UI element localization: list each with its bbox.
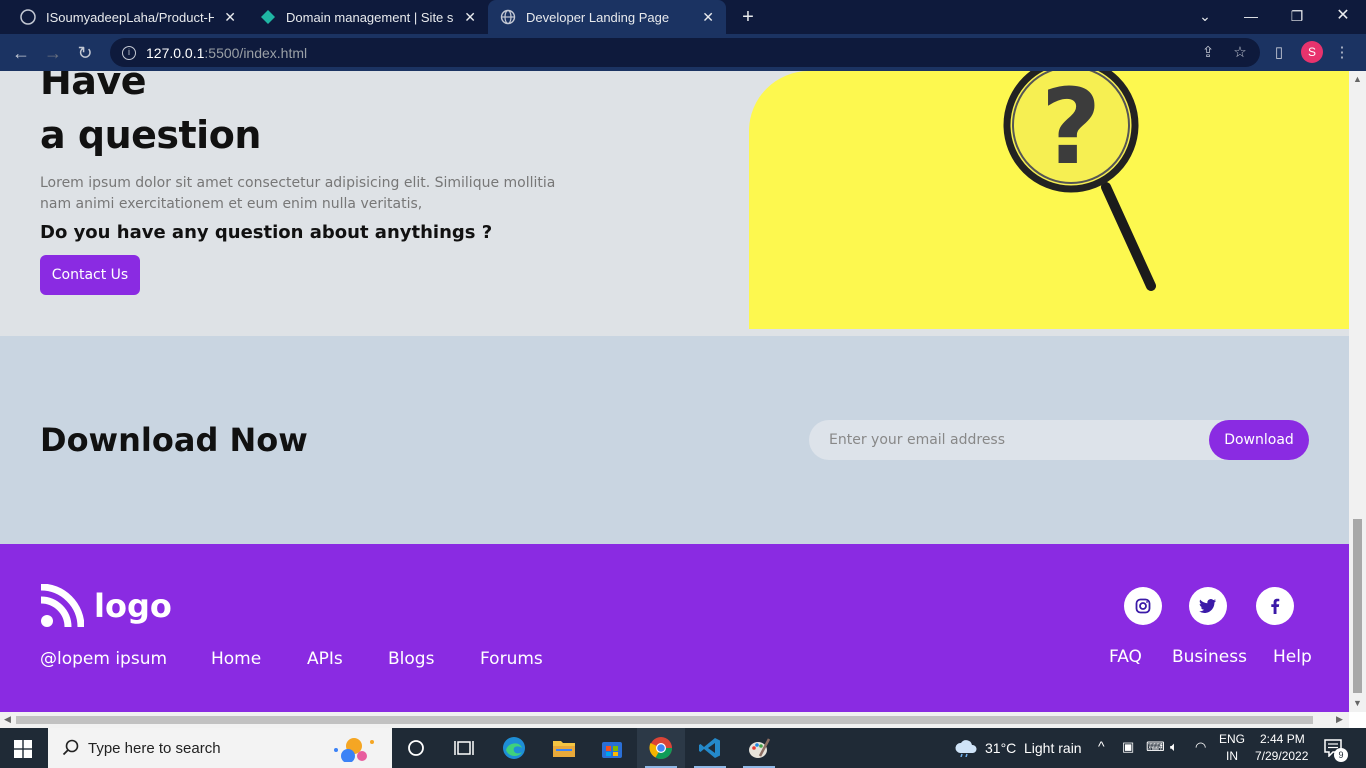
vertical-scrollbar[interactable]: ▲ ▼ [1349, 71, 1366, 712]
footer-handle: @lopem ipsum [40, 649, 168, 669]
clock-date[interactable]: 7/29/2022 [1255, 749, 1308, 763]
task-view-icon[interactable] [440, 728, 488, 768]
close-icon[interactable]: ✕ [224, 9, 236, 26]
windows-taskbar: Type here to search 31°C Light rain ^ ▣ … [0, 728, 1366, 768]
globe-icon [500, 9, 516, 25]
footer-logo[interactable]: logo [40, 584, 172, 628]
footer-link-blogs[interactable]: Blogs [388, 649, 434, 669]
share-icon[interactable]: ⇪ [1198, 43, 1218, 63]
windows-start-icon[interactable] [14, 740, 32, 761]
browser-tab-bar: ISoumyadeepLaha/Product-Hom ✕ Domain man… [0, 0, 1366, 34]
reload-button[interactable]: ↻ [72, 40, 98, 66]
info-icon[interactable]: i [122, 45, 136, 60]
email-input[interactable] [809, 420, 1209, 460]
magnifier-question-image: ? [749, 71, 1349, 329]
download-form: Download [809, 420, 1309, 460]
back-button[interactable]: ← [8, 40, 34, 66]
question-subheading: Do you have any question about anythings… [40, 222, 493, 243]
microsoft-store-icon[interactable] [588, 728, 636, 768]
minimize-button[interactable]: — [1228, 0, 1274, 34]
wifi-icon[interactable]: ◠ [1195, 739, 1206, 755]
magnifier-icon: ? [1003, 71, 1156, 291]
input-indicator-icon[interactable]: ⌨ [1146, 739, 1165, 755]
question-section: Have a question Lorem ipsum dolor sit am… [0, 71, 1349, 336]
instagram-icon[interactable] [1124, 587, 1162, 625]
taskbar-search-box[interactable]: Type here to search [48, 728, 392, 768]
twitter-icon[interactable] [1189, 587, 1227, 625]
notification-badge: 9 [1334, 748, 1348, 762]
close-icon[interactable]: ✕ [702, 9, 714, 26]
footer-link-forums[interactable]: Forums [480, 649, 543, 669]
footer-link-home[interactable]: Home [211, 649, 261, 669]
logo-text: logo [94, 587, 172, 625]
tab-netlify[interactable]: Domain management | Site settir ✕ [248, 0, 488, 34]
download-title-bold: Download [40, 421, 219, 459]
profile-avatar[interactable]: S [1301, 41, 1323, 63]
question-description: Lorem ipsum dolor sit amet consectetur a… [40, 175, 556, 212]
edge-browser-icon[interactable] [490, 728, 538, 768]
question-title-line2: a question [40, 113, 261, 157]
scroll-right-arrow-icon[interactable]: ▶ [1336, 714, 1343, 725]
forward-button[interactable]: → [40, 40, 66, 66]
download-button[interactable]: Download [1209, 420, 1309, 460]
tab-search-icon[interactable]: ⌄ [1182, 0, 1228, 34]
download-section: Download Now Download [0, 336, 1349, 544]
cortana-icon[interactable] [392, 728, 440, 768]
url-path: :5500/index.html [204, 44, 308, 61]
page-viewport: Have a question Lorem ipsum dolor sit am… [0, 71, 1349, 712]
github-icon [20, 9, 36, 25]
file-explorer-icon[interactable] [540, 728, 588, 768]
menu-kebab-icon[interactable]: ⋮ [1332, 43, 1352, 63]
search-icon [62, 739, 79, 760]
new-tab-button[interactable]: + [736, 4, 760, 30]
close-window-button[interactable]: ✕ [1320, 0, 1366, 34]
weather-temp[interactable]: 31°C [985, 740, 1016, 756]
vscode-icon[interactable] [686, 728, 734, 768]
tray-overflow-chevron-icon[interactable]: ^ [1098, 738, 1105, 754]
vertical-scroll-thumb[interactable] [1353, 519, 1362, 693]
footer-link-apis[interactable]: APIs [307, 649, 343, 669]
facebook-icon[interactable] [1256, 587, 1294, 625]
scroll-down-arrow-icon[interactable]: ▼ [1353, 698, 1362, 708]
search-placeholder: Type here to search [88, 739, 221, 757]
search-highlight-icon [328, 734, 380, 766]
horizontal-scroll-thumb[interactable] [16, 716, 1313, 724]
netlify-icon [260, 9, 276, 25]
rss-logo-icon [40, 584, 84, 628]
address-bar[interactable]: i 127.0.0.1:5500/index.html [110, 38, 1260, 67]
clock-time[interactable]: 2:44 PM [1260, 732, 1305, 746]
weather-desc[interactable]: Light rain [1024, 740, 1082, 756]
weather-cloud-icon[interactable] [954, 739, 978, 760]
browser-toolbar: ← → ↻ i 127.0.0.1:5500/index.html ⇪ ☆ ▯ … [0, 34, 1366, 71]
tab-title: Domain management | Site settir [286, 9, 454, 25]
chrome-icon[interactable] [637, 728, 685, 768]
download-title-light: Now [229, 421, 308, 459]
scroll-left-arrow-icon[interactable]: ◀ [4, 714, 11, 725]
tab-developer-landing[interactable]: Developer Landing Page ✕ [488, 0, 726, 34]
tab-github[interactable]: ISoumyadeepLaha/Product-Hom ✕ [8, 0, 248, 34]
tab-title: Developer Landing Page [526, 9, 670, 25]
language-line1[interactable]: ENG [1219, 732, 1245, 746]
bookmark-star-icon[interactable]: ☆ [1230, 43, 1250, 63]
paint-icon[interactable] [735, 728, 783, 768]
horizontal-scrollbar[interactable]: ◀ ▶ [0, 712, 1349, 728]
close-icon[interactable]: ✕ [464, 9, 476, 26]
footer: logo @lopem ipsum Home APIs Blogs Forums… [0, 544, 1349, 712]
scroll-up-arrow-icon[interactable]: ▲ [1353, 74, 1362, 84]
question-title-line1: Have [40, 71, 147, 103]
meet-now-icon[interactable]: ▣ [1122, 739, 1134, 755]
footer-link-business[interactable]: Business [1172, 647, 1247, 667]
tab-title: ISoumyadeepLaha/Product-Hom [46, 9, 215, 25]
footer-link-help[interactable]: Help [1273, 647, 1312, 667]
url-host: 127.0.0.1 [146, 44, 205, 61]
language-line2[interactable]: IN [1226, 749, 1238, 763]
contact-us-button[interactable]: Contact Us [40, 255, 140, 295]
footer-link-faq[interactable]: FAQ [1109, 647, 1142, 667]
svg-text:?: ? [1041, 71, 1101, 188]
side-panel-icon[interactable]: ▯ [1269, 43, 1289, 63]
volume-icon[interactable]: 🔈︎ [1170, 739, 1178, 755]
download-title: Download Now [40, 421, 308, 459]
restore-button[interactable]: ❐ [1274, 0, 1320, 34]
